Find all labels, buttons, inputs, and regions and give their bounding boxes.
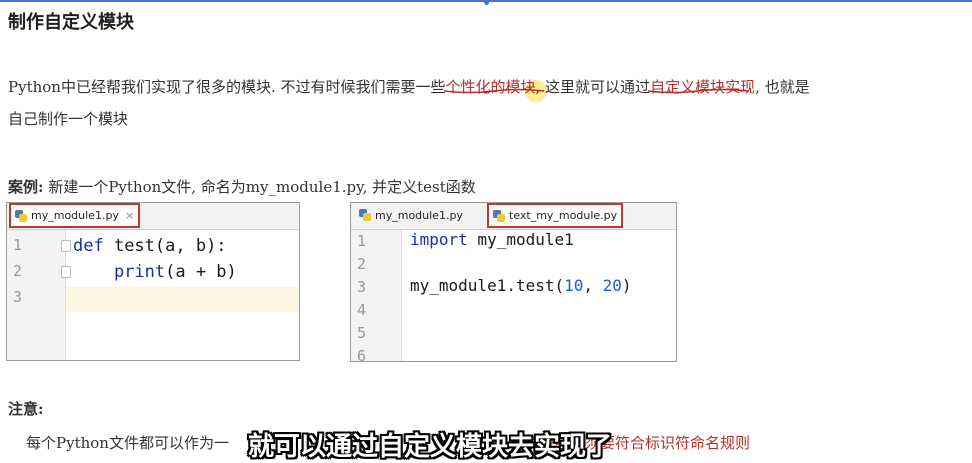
tab-label: my_module1.py bbox=[375, 208, 463, 222]
code-text: test(a, b): bbox=[103, 236, 227, 256]
underline-mark bbox=[443, 88, 544, 94]
highlight-personalized-module: 个性化的模块 bbox=[443, 78, 544, 96]
python-file-icon bbox=[15, 209, 27, 222]
intro-paragraph: Python中已经帮我们实现了很多的模块. 不过有时候我们需要一些个性化的模块,… bbox=[8, 71, 972, 135]
fold-icon[interactable] bbox=[61, 266, 71, 278]
note-label: 注意: bbox=[8, 400, 44, 418]
close-icon[interactable]: × bbox=[125, 209, 134, 222]
editor-tabbar: my_module1.py × bbox=[7, 203, 299, 230]
line-number: 1 bbox=[13, 236, 23, 254]
intro-text-1: Python中已经帮我们实现了很多的模块. 不过有时候我们需要一些 bbox=[8, 78, 446, 96]
video-subtitle: 就可以通过自定义模块去实现了 bbox=[248, 432, 613, 462]
tab-text-my-module[interactable]: text_my_module.py bbox=[487, 203, 624, 228]
python-file-icon bbox=[359, 209, 371, 221]
intro-line-1: Python中已经帮我们实现了很多的模块. 不过有时候我们需要一些个性化的模块,… bbox=[8, 71, 972, 103]
line-number: 3 bbox=[357, 278, 367, 296]
case-text: 新建一个Python文件, 命名为my_module1.py, 并定义test函… bbox=[48, 178, 476, 196]
keyword: import bbox=[410, 230, 468, 249]
code-text: , bbox=[583, 276, 603, 295]
line-number: 1 bbox=[357, 232, 367, 250]
page-title: 制作自定义模块 bbox=[8, 12, 134, 33]
tab-my-module1[interactable]: my_module1.py bbox=[355, 204, 463, 226]
line-number: 4 bbox=[357, 301, 367, 319]
editor-text-my-module: my_module1.py text_my_module.py 1 2 3 4 … bbox=[350, 202, 677, 365]
line-number: 3 bbox=[13, 288, 23, 306]
underline-mark bbox=[648, 88, 749, 94]
code-text: my_module1.test( bbox=[410, 276, 565, 295]
line-number: 5 bbox=[357, 324, 367, 342]
case-description: 案例: 新建一个Python文件, 命名为my_module1.py, 并定义t… bbox=[8, 176, 476, 197]
line-gutter: 1 2 3 4 5 6 bbox=[351, 230, 402, 365]
editor-my-module1: my_module1.py × 1 2 3 def test(a, b): pr… bbox=[6, 202, 300, 361]
keyword: print bbox=[73, 262, 166, 282]
intro-text-3: , 也就是 bbox=[755, 78, 810, 96]
code-line-1[interactable]: def test(a, b): bbox=[73, 236, 227, 256]
code-line-2[interactable]: print(a + b) bbox=[73, 262, 237, 282]
fold-icon[interactable] bbox=[61, 240, 71, 252]
intro-line-2: 自己制作一个模块 bbox=[8, 110, 129, 128]
tab-label: my_module1.py bbox=[31, 209, 119, 222]
case-label: 案例: bbox=[8, 178, 44, 196]
intro-text-2: , 这里就可以通过 bbox=[535, 78, 651, 96]
highlight-custom-module: 自定义模块实现 bbox=[648, 78, 755, 96]
code-text: ) bbox=[621, 276, 632, 295]
code-text: (a + b) bbox=[165, 262, 237, 282]
number-literal: 20 bbox=[602, 276, 622, 295]
editor-tabbar: my_module1.py text_my_module.py bbox=[351, 203, 676, 230]
code-line-1[interactable]: import my_module1 bbox=[410, 230, 574, 249]
number-literal: 10 bbox=[564, 276, 584, 295]
line-gutter: 1 2 3 bbox=[7, 230, 71, 360]
python-file-icon bbox=[493, 209, 505, 222]
keyword: def bbox=[73, 236, 104, 256]
code-line-3[interactable]: my_module1.test(10, 20) bbox=[410, 276, 632, 295]
note-text-start: 每个Python文件都可以作为一 bbox=[26, 434, 229, 452]
line-number: 2 bbox=[13, 262, 23, 280]
code-text: my_module1 bbox=[467, 230, 574, 249]
tab-my-module1[interactable]: my_module1.py × bbox=[9, 203, 141, 228]
tab-label: text_my_module.py bbox=[509, 209, 618, 222]
line-number: 6 bbox=[357, 347, 367, 365]
line-number: 2 bbox=[357, 255, 367, 273]
progress-handle[interactable] bbox=[484, 0, 489, 5]
